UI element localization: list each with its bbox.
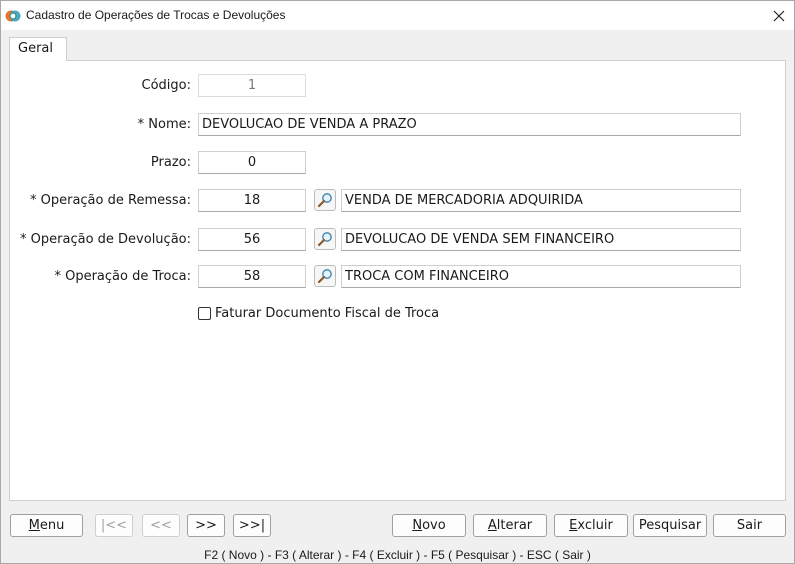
magnifier-icon bbox=[317, 232, 332, 247]
close-icon bbox=[773, 10, 785, 21]
prazo-label: Prazo: bbox=[150, 155, 191, 170]
alterar-button-mnemonic: A bbox=[487, 518, 497, 533]
nome-label: * Nome: bbox=[137, 117, 191, 132]
troca-description-field: TROCA COM FINANCEIRO bbox=[341, 265, 741, 288]
app-logo-icon bbox=[5, 10, 21, 22]
troca-lookup-button[interactable] bbox=[314, 265, 336, 287]
alterar-button-label: lterar bbox=[496, 518, 533, 533]
faturar-checkbox-row[interactable]: Faturar Documento Fiscal de Troca bbox=[198, 306, 439, 321]
title-bar: Cadastro de Operações de Trocas e Devolu… bbox=[1, 1, 794, 30]
next-record-button[interactable]: >> bbox=[187, 514, 225, 537]
remessa-code-input[interactable]: 18 bbox=[198, 189, 306, 212]
novo-button[interactable]: Novo bbox=[392, 514, 466, 537]
shortcut-status-bar: F2 ( Novo ) - F3 ( Alterar ) - F4 ( Excl… bbox=[204, 548, 591, 562]
close-button[interactable] bbox=[764, 1, 794, 30]
remessa-label: * Operação de Remessa: bbox=[29, 193, 191, 208]
prazo-input[interactable]: 0 bbox=[198, 151, 306, 174]
alterar-button[interactable]: Alterar bbox=[473, 514, 547, 537]
novo-button-label: ovo bbox=[422, 518, 446, 533]
faturar-label: Faturar Documento Fiscal de Troca bbox=[215, 306, 440, 321]
magnifier-icon bbox=[317, 269, 332, 284]
faturar-checkbox[interactable] bbox=[198, 307, 211, 320]
last-record-button[interactable]: >>| bbox=[233, 514, 271, 537]
excluir-button[interactable]: Excluir bbox=[554, 514, 628, 537]
tab-geral[interactable]: Geral bbox=[9, 37, 67, 61]
devolucao-description-field: DEVOLUCAO DE VENDA SEM FINANCEIRO bbox=[341, 228, 741, 251]
excluir-button-mnemonic: E bbox=[569, 518, 578, 533]
main-window: Cadastro de Operações de Trocas e Devolu… bbox=[0, 0, 795, 564]
troca-code-input[interactable]: 58 bbox=[198, 265, 306, 288]
menu-button-mnemonic: M bbox=[28, 518, 40, 533]
magnifier-icon bbox=[317, 193, 332, 208]
nome-input[interactable]: DEVOLUCAO DE VENDA A PRAZO bbox=[198, 113, 741, 136]
remessa-lookup-button[interactable] bbox=[314, 189, 336, 211]
previous-record-button[interactable]: << bbox=[142, 514, 180, 537]
devolucao-code-input[interactable]: 56 bbox=[198, 228, 306, 251]
novo-button-mnemonic: N bbox=[412, 518, 423, 533]
remessa-description-field: VENDA DE MERCADORIA ADQUIRIDA bbox=[341, 189, 741, 212]
sair-button[interactable]: Sair bbox=[713, 514, 786, 537]
troca-label: * Operação de Troca: bbox=[54, 269, 191, 284]
excluir-button-label: xcluir bbox=[577, 518, 613, 533]
codigo-field: 1 bbox=[198, 74, 306, 97]
codigo-label: Código: bbox=[141, 78, 191, 93]
window-title: Cadastro de Operações de Trocas e Devolu… bbox=[26, 8, 286, 22]
menu-button-label: enu bbox=[39, 518, 65, 533]
pesquisar-button[interactable]: Pesquisar bbox=[633, 514, 707, 537]
menu-button[interactable]: Menu bbox=[10, 514, 83, 537]
devolucao-label: * Operação de Devolução: bbox=[20, 232, 191, 247]
first-record-button[interactable]: |<< bbox=[95, 514, 133, 537]
devolucao-lookup-button[interactable] bbox=[314, 228, 336, 250]
